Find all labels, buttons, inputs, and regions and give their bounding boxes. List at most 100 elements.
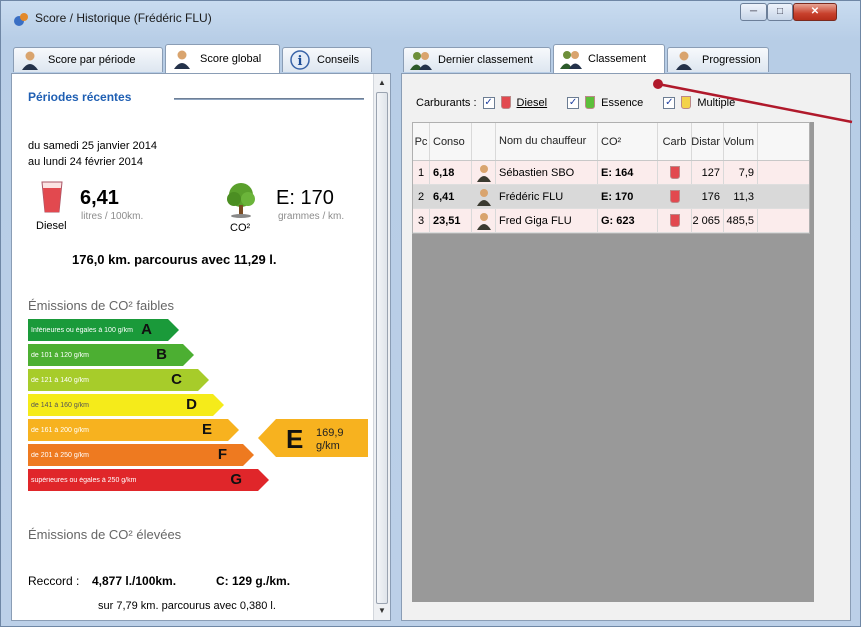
period-from: du samedi 25 janvier 2014 bbox=[28, 140, 158, 152]
ranking-table: Pc Conso Nom du chauffeur CO² Carb Dista… bbox=[412, 122, 810, 234]
cell-name: Sébastien SBO bbox=[496, 161, 598, 184]
score-badge: E 169,9 g/km bbox=[258, 419, 368, 457]
essence-checkbox[interactable]: ✓ bbox=[567, 96, 580, 109]
tree-icon bbox=[227, 183, 255, 218]
energy-bar-label: de 101 à 120 g/km bbox=[31, 351, 89, 359]
cell-volume: 7,9 bbox=[724, 161, 758, 184]
tab-score-global[interactable]: Score global bbox=[165, 44, 280, 73]
section-divider bbox=[174, 98, 364, 100]
badge-arrow bbox=[258, 419, 368, 457]
driver-icon bbox=[172, 49, 194, 69]
cell-co2: G: 623 bbox=[598, 209, 658, 232]
energy-bar-arrowhead bbox=[228, 419, 239, 441]
score-panel: Périodes récentes du samedi 25 janvier 2… bbox=[11, 73, 391, 621]
tab-classement[interactable]: Classement bbox=[553, 44, 665, 73]
minimize-button[interactable]: ─ bbox=[740, 3, 767, 21]
cell-co2: E: 170 bbox=[598, 185, 658, 208]
energy-bar-label: de 201 à 250 g/km bbox=[31, 451, 89, 459]
energy-bar-arrowhead bbox=[183, 344, 194, 366]
fuel-glass-icon bbox=[658, 161, 692, 184]
callout-pointer bbox=[653, 79, 853, 124]
diesel-checkbox[interactable]: ✓ bbox=[482, 96, 495, 109]
energy-bar-c: de 121 à 140 g/km C bbox=[28, 369, 209, 391]
tab-score-par-periode[interactable]: Score par période bbox=[13, 47, 163, 72]
energy-bar-b: de 101 à 120 g/km B bbox=[28, 344, 194, 366]
header-pos[interactable]: Pc bbox=[413, 123, 430, 160]
record-conso: 4,877 l./100km. bbox=[92, 574, 177, 588]
energy-bar-letter: A bbox=[141, 321, 152, 338]
distance-summary: 176,0 km. parcourus avec 11,29 l. bbox=[72, 252, 277, 267]
energy-bar-arrowhead bbox=[258, 469, 269, 491]
cell-volume: 485,5 bbox=[724, 209, 758, 232]
tab-label: Progression bbox=[702, 54, 761, 66]
vertical-scrollbar[interactable]: ▲ ▼ bbox=[373, 74, 390, 620]
badge-value: 169,9 bbox=[316, 427, 344, 439]
tab-label: Classement bbox=[588, 53, 647, 65]
tab-label: Score global bbox=[200, 53, 262, 65]
cell-distance: 176 bbox=[692, 185, 724, 208]
fuel-filter-label: Carburants : bbox=[416, 96, 477, 109]
header-name[interactable]: Nom du chauffeur bbox=[496, 123, 598, 160]
cell-pos: 1 bbox=[413, 161, 430, 184]
scroll-down-arrow[interactable]: ▼ bbox=[377, 606, 387, 616]
tab-conseils[interactable]: i Conseils bbox=[282, 47, 372, 72]
co2-label: CO² bbox=[230, 222, 251, 234]
energy-bar-arrowhead bbox=[213, 394, 224, 416]
table-row[interactable]: 3 23,51 Fred Giga FLU G: 623 2 065 485,5 bbox=[413, 209, 809, 233]
cell-pos: 2 bbox=[413, 185, 430, 208]
cell-pos: 3 bbox=[413, 209, 430, 232]
energy-bar-d: de 141 à 160 g/km D bbox=[28, 394, 224, 416]
tab-label: Score par période bbox=[48, 54, 136, 66]
cell-volume: 11,3 bbox=[724, 185, 758, 208]
title-bar[interactable]: Score / Historique (Frédéric FLU) ─ □ ✕ bbox=[1, 1, 860, 35]
energy-bar-letter: F bbox=[217, 446, 227, 463]
driver-icon bbox=[472, 185, 496, 208]
low-emissions-label: Émissions de CO² faibles bbox=[28, 298, 174, 313]
section-title: Périodes récentes bbox=[28, 90, 132, 104]
essence-filter-label[interactable]: Essence bbox=[601, 97, 643, 109]
tab-label: Conseils bbox=[317, 54, 360, 66]
cell-name: Fred Giga FLU bbox=[496, 209, 598, 232]
header-co2[interactable]: CO² bbox=[598, 123, 658, 160]
header-icon bbox=[472, 123, 496, 160]
energy-bar-label: supérieures ou égales à 250 g/km bbox=[31, 476, 137, 484]
cell-distance: 2 065 bbox=[692, 209, 724, 232]
header-conso[interactable]: Conso bbox=[430, 123, 472, 160]
window-title: Score / Historique (Frédéric FLU) bbox=[35, 11, 212, 25]
fuel-glass-icon bbox=[658, 209, 692, 232]
table-row[interactable]: 2 6,41 Frédéric FLU E: 170 176 11,3 bbox=[413, 185, 809, 209]
tab-label: Dernier classement bbox=[438, 54, 533, 66]
essence-glass-icon bbox=[585, 96, 596, 109]
driver-icon bbox=[472, 161, 496, 184]
energy-bar-label: de 161 à 200 g/km bbox=[31, 426, 89, 434]
close-button[interactable]: ✕ bbox=[793, 3, 837, 21]
cell-distance: 127 bbox=[692, 161, 724, 184]
tab-progression[interactable]: Progression bbox=[667, 47, 769, 72]
energy-bar-letter: E bbox=[201, 421, 212, 438]
record-detail: sur 7,79 km. parcourus avec 0,380 l. bbox=[98, 600, 276, 612]
cell-conso: 23,51 bbox=[430, 209, 472, 232]
classement-panel: Carburants : ✓ Diesel ✓ Essence ✓ Multip… bbox=[401, 73, 853, 621]
table-row[interactable]: 1 6,18 Sébastien SBO E: 164 127 7,9 bbox=[413, 161, 809, 185]
app-window: Score / Historique (Frédéric FLU) ─ □ ✕ … bbox=[0, 0, 861, 627]
energy-bar-letter: G bbox=[230, 471, 242, 488]
badge-unit: g/km bbox=[316, 440, 340, 452]
conso-unit: litres / 100km. bbox=[81, 211, 144, 222]
energy-bar-label: Inférieures ou égales à 100 g/km bbox=[31, 326, 133, 334]
tab-dernier-classement[interactable]: Dernier classement bbox=[403, 47, 551, 72]
energy-bar-letter: B bbox=[156, 346, 167, 363]
fuel-glass-icon bbox=[658, 185, 692, 208]
co2-unit: grammes / km. bbox=[278, 211, 345, 222]
energy-bar-arrowhead bbox=[168, 319, 179, 341]
co2-value: E: 170 bbox=[276, 187, 334, 209]
scroll-thumb[interactable] bbox=[376, 92, 388, 604]
maximize-button[interactable]: □ bbox=[767, 3, 793, 21]
info-icon: i bbox=[290, 50, 310, 70]
scroll-up-arrow[interactable]: ▲ bbox=[377, 78, 387, 88]
cell-name: Frédéric FLU bbox=[496, 185, 598, 208]
diesel-filter-label[interactable]: Diesel bbox=[517, 97, 548, 109]
energy-bar-label: de 121 à 140 g/km bbox=[31, 376, 89, 384]
period-to: au lundi 24 février 2014 bbox=[28, 156, 143, 168]
energy-bar-letter: D bbox=[186, 396, 197, 413]
driver-icon bbox=[20, 50, 42, 70]
